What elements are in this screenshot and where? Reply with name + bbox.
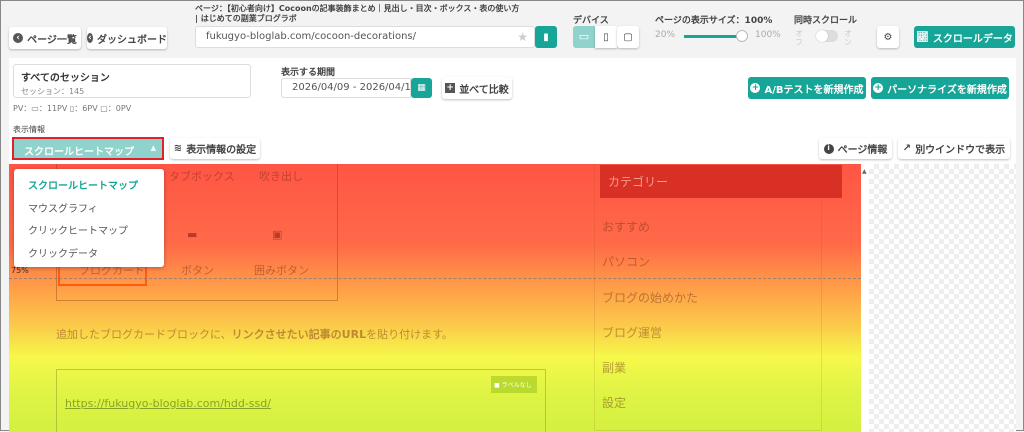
back-circle-icon: ‹ bbox=[87, 32, 93, 43]
dashboard-button[interactable]: ‹ ダッシュボード bbox=[87, 27, 167, 49]
page-list-button[interactable]: ‹ ページ一覧 bbox=[9, 27, 81, 49]
page-title: ページ：【初心者向け】Cocoonの記事装飾まとめ｜見出し・目次・ボックス・表の… bbox=[195, 4, 520, 23]
layers-icon: ≋ bbox=[173, 143, 183, 154]
page-document-button[interactable]: ▮ bbox=[535, 26, 557, 48]
sidebar-item[interactable]: パソコン bbox=[602, 253, 650, 270]
device-label: デバイス bbox=[573, 16, 609, 26]
settings-button[interactable]: ⚙ bbox=[877, 26, 899, 48]
scroll-75-label: 75% bbox=[11, 266, 29, 275]
scroll-up-icon[interactable]: ▲ bbox=[862, 168, 867, 175]
gear-icon: ⚙ bbox=[883, 31, 893, 43]
menu-item-scroll-heatmap[interactable]: スクロールヒートマップ bbox=[28, 177, 138, 192]
boxed-button-icon: ▣ bbox=[272, 228, 283, 241]
personalize-button[interactable]: + パーソナライズを新規作成 bbox=[871, 77, 1009, 99]
zoom-max-label: 100% bbox=[755, 30, 781, 40]
info-icon: i bbox=[823, 143, 834, 154]
session-count: セッション：145 bbox=[21, 87, 85, 96]
display-settings-button[interactable]: ≋ 表示情報の設定 bbox=[170, 138, 260, 159]
session-title: すべてのセッション bbox=[21, 73, 110, 84]
sidebar-item[interactable]: 副業 bbox=[602, 359, 626, 376]
sidebar-item[interactable]: ブログ運営 bbox=[602, 324, 662, 341]
device-tablet-button[interactable]: ▢ bbox=[617, 26, 639, 48]
compare-button[interactable]: + 並べて比較 bbox=[442, 77, 512, 99]
display-type-select[interactable]: スクロールヒートマップ ▲ bbox=[12, 137, 164, 160]
desktop-icon: ▭ bbox=[31, 104, 39, 113]
empty-area bbox=[869, 164, 1016, 432]
external-link-icon: ↗ bbox=[902, 143, 912, 154]
zoom-min-label: 20% bbox=[655, 30, 676, 40]
chart-icon: 📈︎ bbox=[916, 31, 929, 43]
balloon-label: 吹き出し bbox=[259, 170, 303, 183]
tab-box-label: タブボックス bbox=[169, 170, 235, 183]
session-selector[interactable]: すべてのセッション セッション：145 bbox=[13, 64, 251, 98]
menu-item-mousegraphy[interactable]: マウスグラフィ bbox=[28, 200, 98, 215]
zoom-label: ページの表示サイズ：100% bbox=[655, 16, 773, 26]
ab-test-button[interactable]: + A/Bテストを新規作成 bbox=[748, 77, 866, 99]
sidebar-item[interactable]: 設定 bbox=[602, 394, 626, 411]
menu-item-click-heatmap[interactable]: クリックヒートマップ bbox=[28, 222, 128, 237]
plus-circle-icon: + bbox=[873, 82, 884, 93]
sidebar-heading: カテゴリー bbox=[600, 165, 842, 198]
sync-scroll-toggle[interactable] bbox=[816, 30, 838, 42]
tablet-icon: ▢ bbox=[100, 104, 108, 113]
display-info-label: 表示情報 bbox=[13, 125, 45, 134]
sidebar-item[interactable]: ブログの始めかた bbox=[602, 289, 698, 306]
period-label: 表示する期間 bbox=[281, 68, 336, 78]
star-icon[interactable]: ★ bbox=[517, 30, 528, 44]
display-type-menu: スクロールヒートマップ マウスグラフィ クリックヒートマップ クリックデータ bbox=[14, 169, 164, 267]
plus-circle-icon: + bbox=[750, 82, 761, 93]
button-label: ボタン bbox=[181, 264, 214, 277]
tablet-icon: ▢ bbox=[623, 31, 633, 43]
blog-card-link[interactable]: https://fukugyo-bloglab.com/hdd-ssd/ bbox=[65, 397, 271, 410]
sync-on-label: オン bbox=[844, 29, 852, 47]
caret-up-icon: ▲ bbox=[150, 144, 156, 152]
sync-scroll-label: 同時スクロール bbox=[794, 16, 858, 26]
back-circle-icon: ‹ bbox=[13, 33, 24, 43]
zoom-slider[interactable] bbox=[684, 35, 740, 38]
body-text: 追加したブログカードブロックに、リンクさせたい記事のURLを貼り付けます。 bbox=[56, 328, 453, 341]
plus-square-icon: + bbox=[445, 83, 456, 93]
button-icon: ▬ bbox=[187, 228, 198, 241]
device-desktop-button[interactable]: ▭ bbox=[573, 26, 595, 48]
desktop-icon: ▭ bbox=[578, 30, 590, 43]
boxed-button-label: 囲みボタン bbox=[254, 264, 309, 277]
page-info-button[interactable]: i ページ情報 bbox=[819, 138, 892, 159]
menu-item-click-data[interactable]: クリックデータ bbox=[28, 245, 98, 260]
document-icon: ▮ bbox=[543, 31, 549, 43]
mobile-icon: ▯ bbox=[603, 31, 609, 43]
pv-summary: PV：▭：11PV ▯：6PV ▢：0PV bbox=[13, 104, 132, 113]
scroll-data-button[interactable]: 📈︎ スクロールデータ bbox=[914, 26, 1015, 48]
device-mobile-button[interactable]: ▯ bbox=[595, 26, 617, 48]
zoom-slider-handle[interactable] bbox=[736, 30, 748, 42]
sidebar-item[interactable]: おすすめ bbox=[602, 218, 650, 235]
no-label-badge: ■ ラベルなし bbox=[491, 376, 537, 393]
url-field[interactable]: fukugyo-bloglab.com/cocoon-decorations/★ bbox=[195, 26, 535, 48]
period-field[interactable]: 2026/04/09 - 2026/04/15 bbox=[281, 78, 417, 98]
open-window-button[interactable]: ↗ 別ウインドウで表示 bbox=[898, 138, 1010, 159]
calendar-button[interactable]: ▦ bbox=[411, 78, 432, 98]
calendar-icon: ▦ bbox=[417, 83, 426, 93]
sync-off-label: オフ bbox=[795, 29, 803, 47]
scrollbar[interactable]: ▲ bbox=[861, 164, 869, 432]
